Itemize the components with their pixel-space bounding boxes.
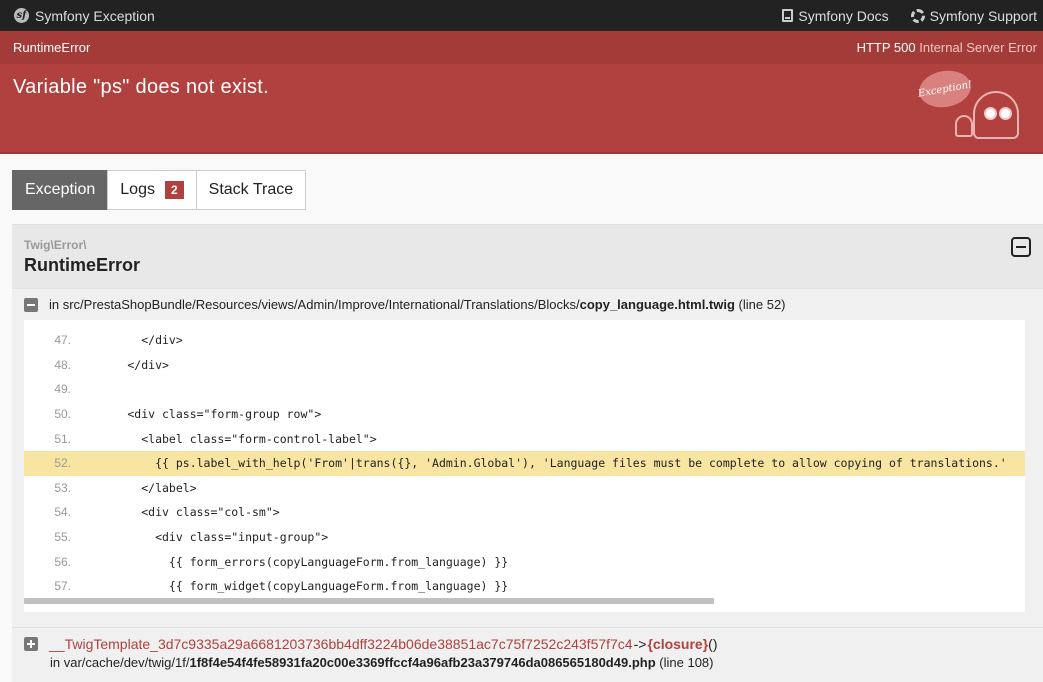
line-number: 48. [54, 357, 71, 372]
code-line: 54. <div class="col-sm"> [24, 500, 1025, 525]
symfony-support-label: Symfony Support [929, 7, 1037, 24]
code-line: 57. {{ form_widget(copyLanguageForm.from… [24, 574, 1025, 599]
line-number: 57. [54, 579, 71, 594]
symfony-docs-link[interactable]: Symfony Docs [782, 7, 889, 24]
line-source: {{ form_errors(copyLanguageForm.from_lan… [72, 554, 509, 569]
exception-header: RuntimeError HTTP 500 Internal Server Er… [0, 31, 1043, 154]
line-source: </div> [72, 357, 169, 372]
symfony-support-link[interactable]: Symfony Support [910, 7, 1037, 24]
line-number: 51. [54, 431, 71, 446]
error-class-label: RuntimeError [13, 40, 91, 55]
speech-bubble: Exception! [916, 66, 974, 112]
code-excerpt: 47. </div> 48. </div> 49. 50. <div class="f… [24, 320, 1025, 612]
top-links: Symfony Docs Symfony Support [782, 8, 1037, 24]
tab-exception-label: Exception [25, 181, 96, 198]
line-source: {{ ps.label_with_help('From'|trans({}, '… [72, 456, 1007, 471]
code-line: 51. <label class="form-control-label"> [24, 426, 1025, 451]
line-number: 55. [54, 530, 71, 545]
code-lines: 47. </div> 48. </div> 49. 50. <div class="f… [24, 328, 1025, 599]
horizontal-scrollbar[interactable] [24, 598, 714, 604]
collapse-panel-button[interactable] [1011, 237, 1031, 257]
tab-stack-trace[interactable]: Stack Trace [195, 170, 307, 210]
line-source: <div class="input-group"> [72, 530, 329, 545]
brand: sf Symfony Exception [14, 8, 155, 24]
top-bar: sf Symfony Exception Symfony Docs Symfon… [0, 0, 1043, 31]
exception-panel-header: Twig\Error\ RuntimeError [12, 225, 1043, 289]
line-number: 53. [54, 480, 71, 495]
code-line: 55. <div class="input-group"> [24, 525, 1025, 550]
trace-location-text: in src/PrestaShopBundle/Resources/views/… [49, 297, 786, 312]
exception-summary-bar: RuntimeError HTTP 500 Internal Server Er… [0, 31, 1043, 64]
code-line: 47. </div> [24, 328, 1025, 353]
line-number: 54. [54, 505, 71, 520]
frame-file-name: 1f8f4e54f4fe58931fa20c00e3369ffccf4a96af… [189, 655, 656, 670]
http-code: HTTP 500 [856, 40, 916, 55]
line-number: 56. [54, 554, 71, 569]
exception-panel: Twig\Error\ RuntimeError in src/PrestaSh… [12, 224, 1043, 682]
frame-method: {closure} [647, 636, 709, 652]
line-number: 49. [54, 382, 71, 397]
frame-arrow: -> [633, 636, 647, 652]
code-line: 50. <div class="form-group row"> [24, 402, 1025, 427]
exception-message: Variable "ps" does not exist. [13, 76, 269, 98]
tab-logs[interactable]: Logs 2 [107, 170, 197, 210]
small-ghost-icon [955, 115, 973, 137]
trace-location: in src/PrestaShopBundle/Resources/views/… [12, 289, 1043, 320]
exception-namespace: Twig\Error\ [24, 238, 87, 252]
http-status: HTTP 500 Internal Server Error [857, 40, 1037, 55]
frame-parens: () [708, 636, 718, 652]
http-status-text: Internal Server Error [919, 40, 1037, 55]
location-line: (line 52) [738, 297, 786, 312]
line-source: <div class="form-group row"> [72, 407, 322, 422]
code-line: 53. </label> [24, 476, 1025, 501]
line-source: </label> [72, 480, 197, 495]
exception-ghost-illustration: Exception! [916, 66, 1031, 151]
exception-class: RuntimeError [24, 255, 141, 275]
lifebuoy-icon [910, 8, 925, 23]
code-line-highlighted: 52. {{ ps.label_with_help('From'|trans({… [24, 450, 1025, 476]
collapse-code-toggle[interactable] [24, 297, 38, 312]
line-source: <div class="col-sm"> [72, 505, 280, 520]
book-icon [782, 9, 794, 22]
line-source: {{ form_widget(copyLanguageForm.from_lan… [72, 579, 509, 594]
line-number: 52. [54, 456, 71, 471]
line-source: <label class="form-control-label"> [72, 431, 377, 446]
line-number: 47. [54, 333, 71, 348]
expand-frame-toggle[interactable] [24, 637, 38, 651]
location-prefix: in src/PrestaShopBundle/Resources/views/… [49, 297, 580, 312]
line-source: </div> [72, 333, 183, 348]
frame-file: in var/cache/dev/twig/1f/1f8f4e54f4fe589… [24, 655, 1031, 670]
location-file: copy_language.html.twig [579, 297, 735, 312]
code-line: 56. {{ form_errors(copyLanguageForm.from… [24, 549, 1025, 574]
frame-file-prefix: in var/cache/dev/twig/1f/ [50, 655, 190, 670]
symfony-docs-label: Symfony Docs [798, 7, 889, 24]
stack-frame: __TwigTemplate_3d7c9335a29a6681203736bb4… [12, 627, 1043, 678]
code-line: 49. [24, 377, 1025, 402]
tab-logs-label: Logs [120, 181, 155, 198]
tab-bar: Exception Logs 2 Stack Trace [12, 170, 1043, 210]
frame-line: (line 108) [659, 655, 714, 670]
tab-stack-trace-label: Stack Trace [208, 181, 294, 198]
ghost-icon [973, 91, 1019, 139]
stack-frame-signature: __TwigTemplate_3d7c9335a29a6681203736bb4… [24, 636, 1031, 652]
symfony-logo-icon: sf [14, 8, 29, 23]
line-number: 50. [54, 407, 71, 422]
brand-title: Symfony Exception [35, 7, 155, 24]
tab-exception[interactable]: Exception [12, 170, 109, 210]
logs-count-badge: 2 [164, 181, 184, 199]
frame-class: __TwigTemplate_3d7c9335a29a6681203736bb4… [49, 636, 633, 652]
code-line: 48. </div> [24, 353, 1025, 378]
